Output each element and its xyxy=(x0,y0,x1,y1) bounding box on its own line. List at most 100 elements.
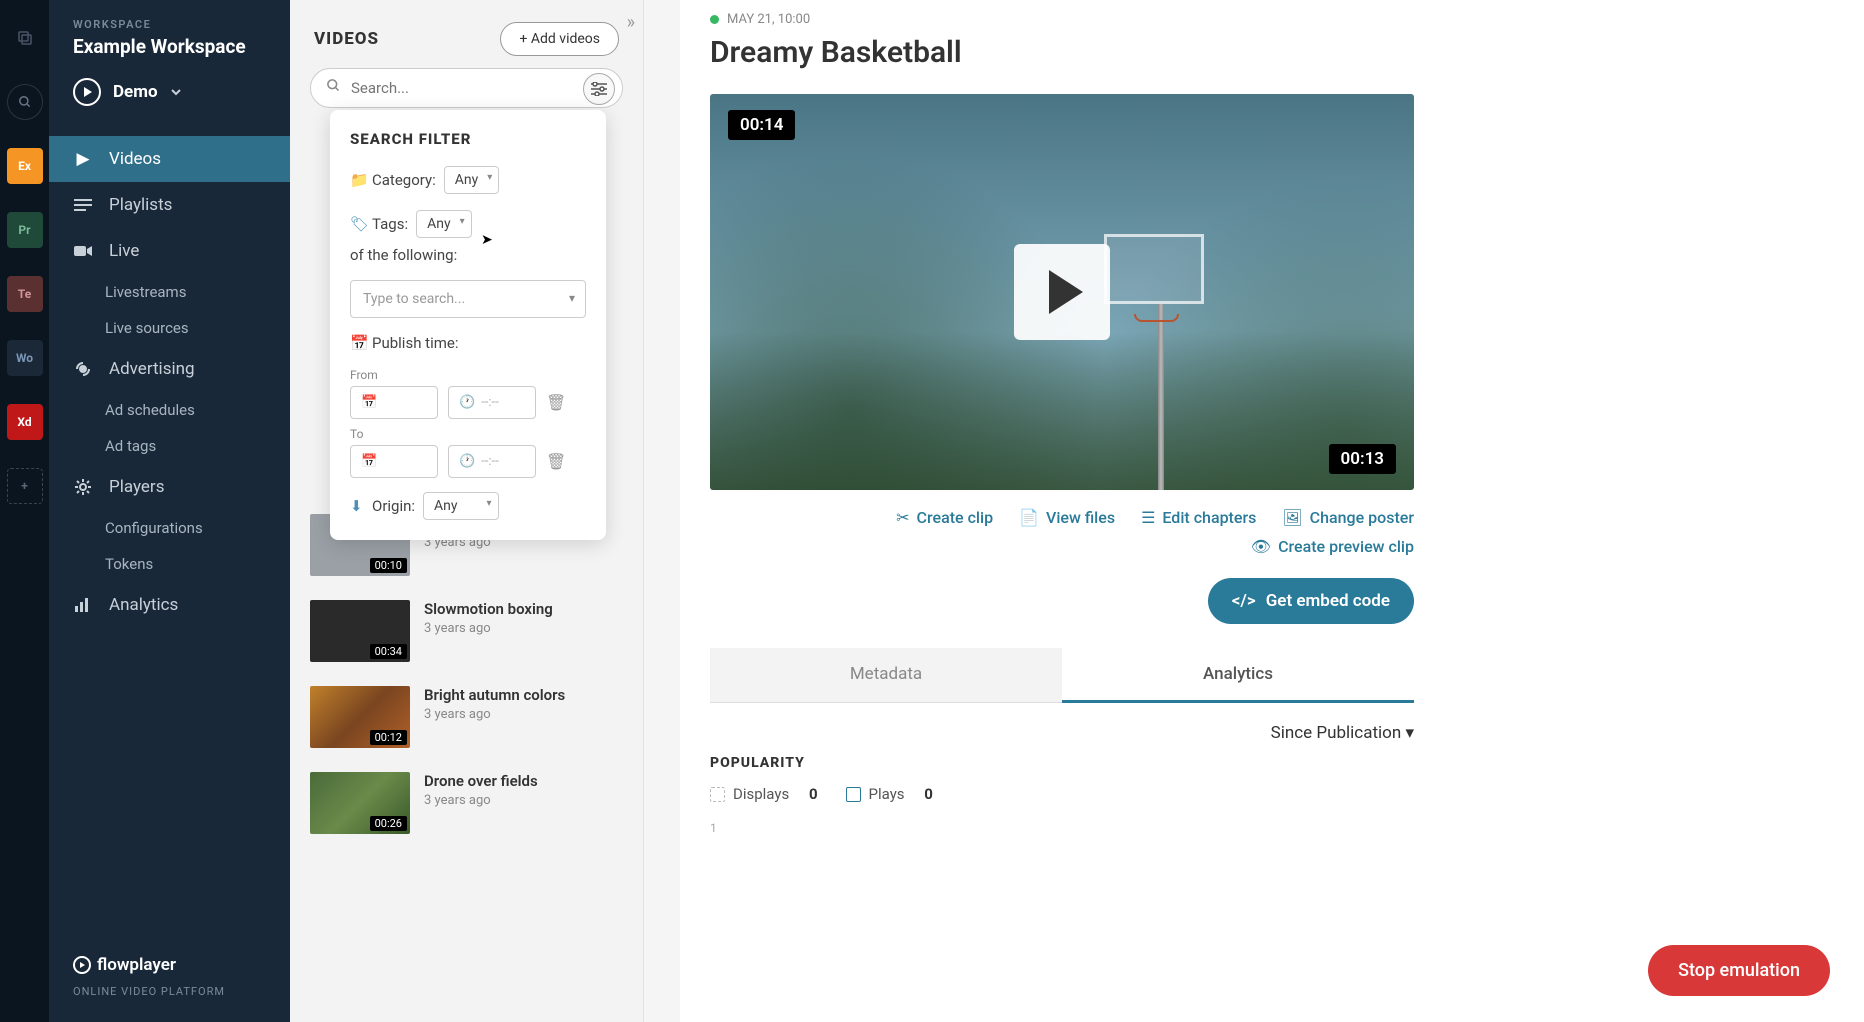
demo-selector[interactable]: Demo xyxy=(73,78,266,106)
sidebar-footer: flowplayer ONLINE VIDEO PLATFORM xyxy=(49,955,290,1022)
nav-configurations[interactable]: Configurations xyxy=(49,510,290,546)
footer-tagline: ONLINE VIDEO PLATFORM xyxy=(73,985,266,998)
get-embed-button[interactable]: </>Get embed code xyxy=(1208,578,1414,624)
video-title: Bright autumn colors xyxy=(424,686,565,704)
tags-search-input[interactable]: Type to search... xyxy=(350,280,586,318)
nav-ad-tags[interactable]: Ad tags xyxy=(49,428,290,464)
flowplayer-logo[interactable]: flowplayer xyxy=(73,955,266,975)
workspace-ex[interactable]: Ex xyxy=(7,148,43,184)
nav-playlists[interactable]: Playlists xyxy=(49,182,290,228)
clock-icon: 🕐 xyxy=(459,454,475,469)
add-videos-button[interactable]: + Add videos xyxy=(500,22,619,56)
list-icon xyxy=(73,198,93,212)
scene-pole xyxy=(1158,304,1164,490)
from-label: From xyxy=(350,368,586,382)
global-search-icon[interactable] xyxy=(7,84,43,120)
workspace-te[interactable]: Te xyxy=(7,276,43,312)
plays-stat: Plays 0 xyxy=(846,785,933,803)
play-button[interactable] xyxy=(1014,244,1110,340)
file-icon: 📄 xyxy=(1019,508,1039,527)
chart-y-axis: 1 xyxy=(710,821,1830,835)
nav-live[interactable]: Live xyxy=(49,228,290,274)
panel-title: VIDEOS xyxy=(314,29,379,49)
tags-suffix: of the following: xyxy=(350,246,457,264)
video-actions: ✂Create clip 📄View files ☰Edit chapters … xyxy=(710,508,1414,527)
nav-tokens[interactable]: Tokens xyxy=(49,546,290,582)
workspace-wo[interactable]: Wo xyxy=(7,340,43,376)
play-icon xyxy=(73,78,101,106)
code-icon: </> xyxy=(1232,591,1256,611)
displays-legend-icon xyxy=(710,787,725,802)
nav-advertising[interactable]: Advertising xyxy=(49,346,290,392)
nav-ad-schedules[interactable]: Ad schedules xyxy=(49,392,290,428)
change-poster-button[interactable]: 🖼Change poster xyxy=(1282,508,1414,527)
image-icon: 🖼 xyxy=(1282,508,1302,527)
search-input[interactable] xyxy=(310,68,623,108)
play-icon: ▶ xyxy=(73,149,93,169)
video-item[interactable]: 00:26 Drone over fields 3 years ago xyxy=(310,760,643,846)
filter-toggle-button[interactable] xyxy=(583,73,615,105)
workspace-xd[interactable]: Xd xyxy=(7,404,43,440)
clear-from-icon[interactable]: 🗑 xyxy=(546,393,566,412)
workspace-name: Example Workspace xyxy=(73,35,266,58)
to-label: To xyxy=(350,427,586,441)
clear-to-icon[interactable]: 🗑 xyxy=(546,452,566,471)
video-item[interactable]: 00:34 Slowmotion boxing3 years ago xyxy=(310,588,643,674)
clock-icon: 🕐 xyxy=(459,395,475,410)
detail-tabs: Metadata Analytics xyxy=(710,648,1414,703)
workspace-label: WORKSPACE xyxy=(73,18,266,31)
nav-analytics[interactable]: Analytics xyxy=(49,582,290,628)
calendar-icon: 📅 xyxy=(350,334,364,352)
scene-hoop xyxy=(1104,234,1214,314)
calendar-icon: 📅 xyxy=(361,395,377,410)
search-icon xyxy=(326,78,341,93)
chevron-down-icon: ▾ xyxy=(1405,723,1414,743)
stop-emulation-button[interactable]: Stop emulation xyxy=(1648,945,1830,996)
to-time-input[interactable]: 🕐--:-- xyxy=(448,445,536,478)
to-date-input[interactable]: 📅 xyxy=(350,445,438,478)
demo-label: Demo xyxy=(113,82,158,102)
mouse-cursor: ➤ xyxy=(481,232,493,248)
create-clip-button[interactable]: ✂Create clip xyxy=(896,508,993,527)
tab-metadata[interactable]: Metadata xyxy=(710,648,1062,703)
create-preview-button[interactable]: 👁Create preview clip xyxy=(1251,537,1414,556)
video-player[interactable]: 00:14 00:13 xyxy=(710,94,1414,490)
video-title: Slowmotion boxing xyxy=(424,600,553,618)
origin-select[interactable]: Any xyxy=(423,492,499,520)
play-icon xyxy=(73,956,91,974)
view-files-button[interactable]: 📄View files xyxy=(1019,508,1115,527)
tag-icon: 🏷 xyxy=(350,215,364,233)
tab-analytics[interactable]: Analytics xyxy=(1062,648,1414,703)
video-item[interactable]: 00:12 Bright autumn colors3 years ago xyxy=(310,674,643,760)
category-select[interactable]: Any xyxy=(444,166,500,194)
status-dot xyxy=(710,15,719,24)
from-date-input[interactable]: 📅 xyxy=(350,386,438,419)
nav-livestreams[interactable]: Livestreams xyxy=(49,274,290,310)
workspace-pr[interactable]: Pr xyxy=(7,212,43,248)
timerange-select[interactable]: Since Publication ▾ xyxy=(710,723,1414,743)
video-title: Drone over fields xyxy=(424,772,538,790)
broadcast-icon xyxy=(73,360,93,378)
popularity-stats: Displays 0 Plays 0 xyxy=(710,785,1830,803)
collapse-panel-icon[interactable]: » xyxy=(627,12,635,33)
nav-videos[interactable]: ▶Videos xyxy=(49,136,290,182)
tags-label: Tags: xyxy=(372,215,408,233)
add-workspace-button[interactable]: + xyxy=(7,468,43,504)
current-time-badge: 00:13 xyxy=(1329,444,1396,474)
nav-players[interactable]: Players xyxy=(49,464,290,510)
calendar-icon: 📅 xyxy=(361,454,377,469)
from-time-input[interactable]: 🕐--:-- xyxy=(448,386,536,419)
edit-chapters-button[interactable]: ☰Edit chapters xyxy=(1141,508,1256,527)
nav-live-sources[interactable]: Live sources xyxy=(49,310,290,346)
copy-icon[interactable] xyxy=(7,20,43,56)
video-thumbnail: 00:26 xyxy=(310,772,410,834)
chart-icon xyxy=(73,598,93,612)
displays-stat: Displays 0 xyxy=(710,785,818,803)
video-detail-panel: MAY 21, 10:00 Dreamy Basketball 00:14 00… xyxy=(680,0,1864,1022)
tags-mode-select[interactable]: Any xyxy=(416,210,472,238)
sidebar: WORKSPACE Example Workspace Demo ▶Videos… xyxy=(49,0,290,1022)
video-list: 00:10 Bat woman3 years ago 00:34 Slowmot… xyxy=(290,502,643,846)
video-title: Dreamy Basketball xyxy=(710,35,1830,70)
video-age: 3 years ago xyxy=(424,793,538,808)
main-nav: ▶Videos Playlists Live Livestreams Live … xyxy=(49,136,290,628)
